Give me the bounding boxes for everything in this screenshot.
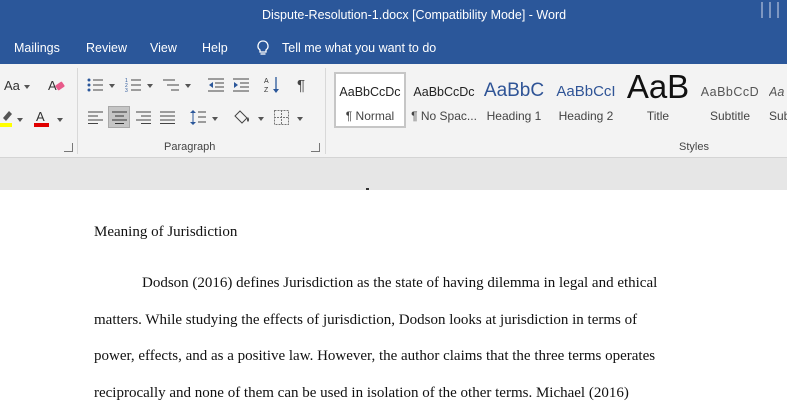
change-case-button[interactable]: Aa [4,78,20,93]
align-left-icon[interactable] [88,111,103,124]
tell-me-search[interactable]: Tell me what you want to do [282,41,436,55]
sort-icon[interactable]: AZ [264,76,280,94]
chevron-down-icon[interactable] [109,84,115,88]
increase-indent-icon[interactable] [233,78,249,92]
chevron-down-icon [24,85,30,89]
align-right-icon[interactable] [136,111,151,124]
style-preview: Aa [769,85,785,99]
style-preview: AaBbCcI [556,83,616,100]
chevron-down-icon[interactable] [258,117,264,121]
style-name: Sub [769,109,787,123]
style-name: ¶ Normal [345,109,395,123]
group-separator [77,68,78,154]
align-center-icon [112,111,127,124]
paragraph-line: reciprocally and none of them can be use… [94,385,629,401]
style-no-spacing[interactable]: AaBbCcDc ¶ No Spac... [409,72,479,128]
style-name: Heading 1 [486,109,542,123]
paragraph-line: matters. While studying the effects of j… [94,312,638,328]
style-preview: AaB [626,72,690,105]
font-color-icon[interactable]: A [34,108,50,128]
style-subtle[interactable]: Aa Sub [769,72,787,128]
paragraph-line: Dodson (2016) defines Jurisdiction as th… [142,275,658,291]
ribbon-tabs: Mailings Review View Help Tell me what y… [0,33,787,64]
font-dialog-launcher[interactable] [64,143,73,152]
svg-text:3: 3 [125,88,128,92]
style-subtitle[interactable]: AaBbCcD Subtitle [697,72,763,128]
document-page[interactable]: Meaning of Jurisdiction Dodson (2016) de… [0,188,787,410]
clear-formatting-icon[interactable]: A [48,77,66,93]
tab-view[interactable]: View [150,41,177,55]
shading-icon[interactable] [234,109,252,126]
paragraph-line: power, effects, and as a positive law. H… [94,348,656,364]
justify-icon[interactable] [160,111,175,124]
bullets-icon[interactable] [87,78,103,92]
chevron-down-icon[interactable] [57,118,63,122]
window-title: Dispute-Resolution-1.docx [Compatibility… [262,8,567,22]
svg-text:Z: Z [264,87,269,94]
document-heading: Meaning of Jurisdiction [94,224,238,240]
change-case-label: Aa [4,78,20,93]
style-preview: AaBbCcDc [413,85,475,99]
font-color-bar [34,123,49,127]
style-normal[interactable]: AaBbCcDc ¶ Normal [334,72,406,128]
ruler-area [0,158,787,190]
styles-gallery: AaBbCcDc ¶ Normal AaBbCcDc ¶ No Spac... … [333,72,787,128]
style-preview: AaBbC [483,80,545,101]
page-break-mark [366,188,369,190]
highlight-color-bar [0,123,12,127]
numbering-icon[interactable]: 1 2 3 [125,78,141,92]
style-preview: AaBbCcD [700,85,760,99]
svg-text:A: A [36,109,45,124]
style-heading-1[interactable]: AaBbC Heading 1 [481,72,547,128]
multilevel-list-icon[interactable] [163,78,179,92]
style-preview: AaBbCcDc [339,85,401,99]
align-center-button[interactable] [108,106,130,128]
borders-icon[interactable] [274,110,289,125]
chevron-down-icon[interactable] [147,84,153,88]
group-separator [325,68,326,154]
window-controls[interactable] [757,0,787,22]
chevron-down-icon[interactable] [212,117,218,121]
tab-review[interactable]: Review [86,41,127,55]
paragraph-group-label: Paragraph [164,141,216,153]
style-name: Title [646,109,670,123]
chevron-down-icon[interactable] [185,84,191,88]
style-name: ¶ No Spac... [411,109,477,123]
tab-help[interactable]: Help [202,41,228,55]
style-title[interactable]: AaB Title [625,72,691,128]
show-paragraph-marks-icon[interactable]: ¶ [297,77,305,94]
line-spacing-icon[interactable] [190,109,206,126]
chevron-down-icon[interactable] [297,117,303,121]
style-name: Heading 2 [558,109,614,123]
highlight-icon[interactable] [0,108,16,128]
tab-mailings[interactable]: Mailings [14,41,60,55]
styles-group-label: Styles [679,141,709,153]
style-name: Subtitle [709,109,751,123]
title-bar: Dispute-Resolution-1.docx [Compatibility… [0,0,787,33]
svg-text:A: A [264,78,269,85]
decrease-indent-icon[interactable] [208,78,224,92]
chevron-down-icon[interactable] [17,118,23,122]
lightbulb-icon [257,40,269,55]
style-heading-2[interactable]: AaBbCcI Heading 2 [553,72,619,128]
paragraph-dialog-launcher[interactable] [311,143,320,152]
